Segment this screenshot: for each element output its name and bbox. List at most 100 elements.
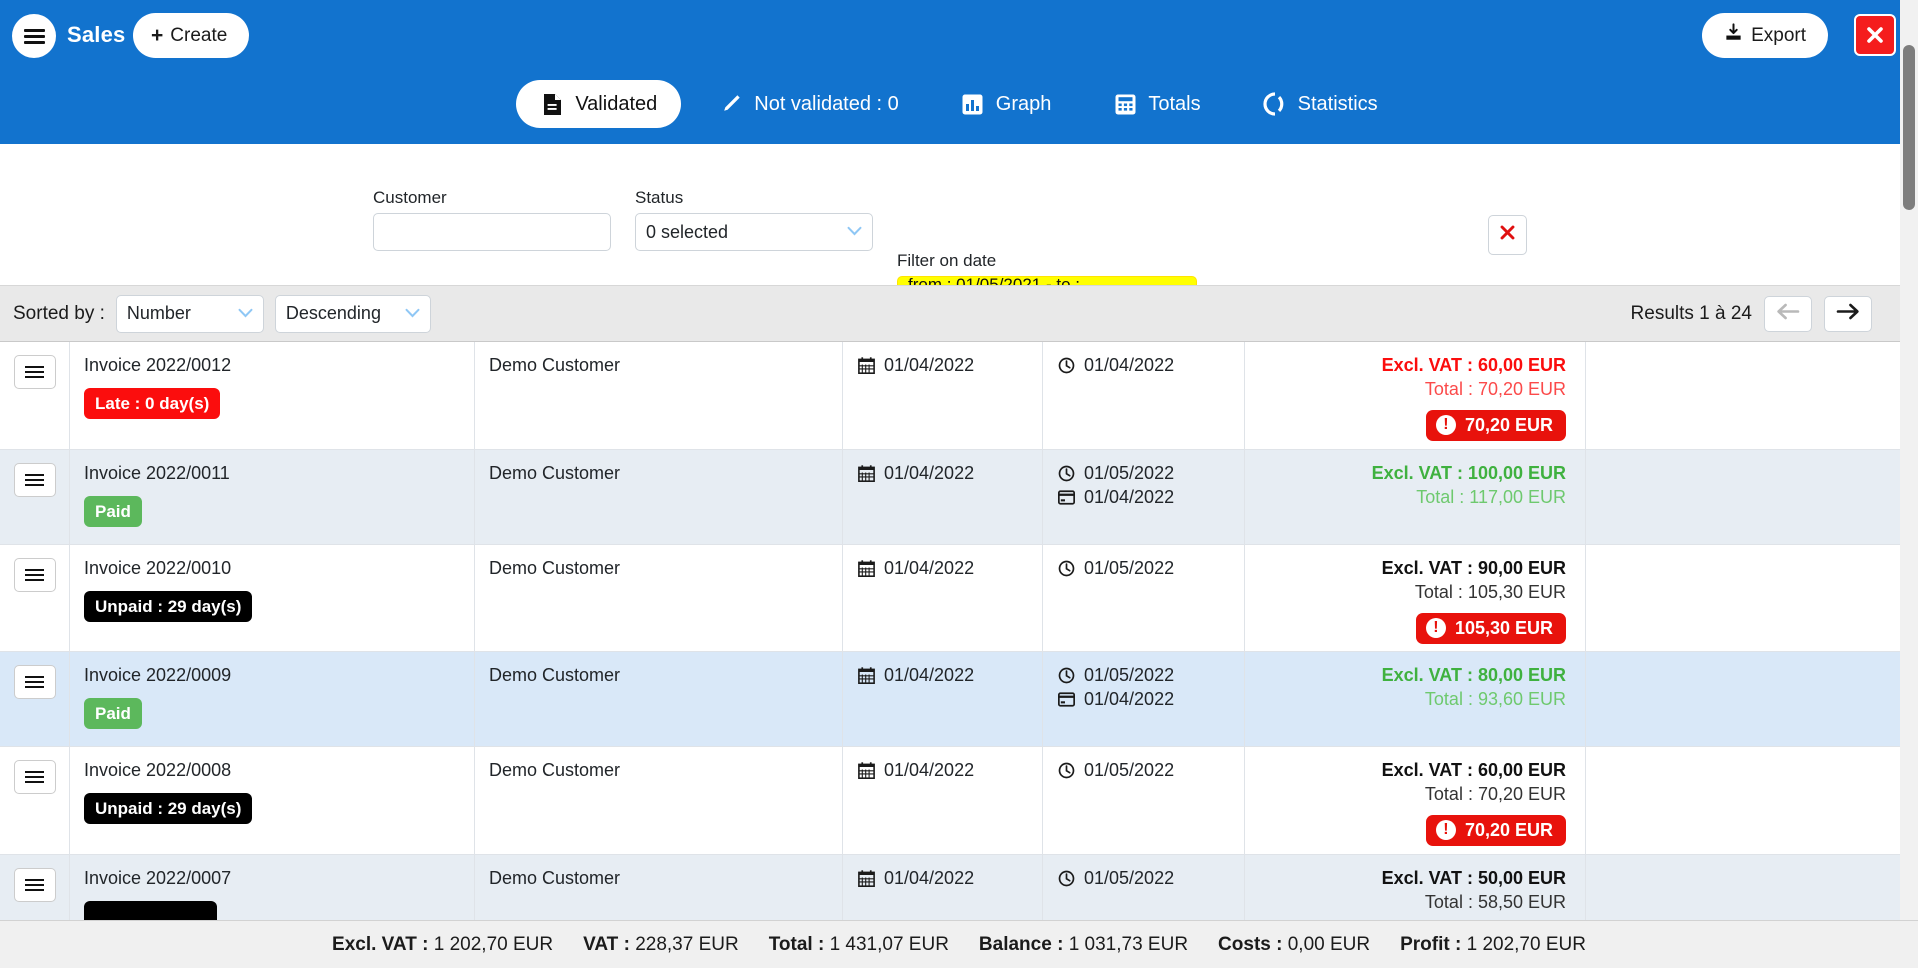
pencil-icon	[719, 92, 743, 116]
clock-icon	[1057, 666, 1076, 685]
tab-not-validated[interactable]: Not validated : 0	[695, 80, 923, 128]
amount-total: Total : 105,30 EUR	[1414, 582, 1566, 603]
row-menu-cell	[0, 652, 70, 746]
footer-label-5: Profit :	[1400, 933, 1467, 955]
invoice-date-text: 01/04/2022	[884, 355, 975, 375]
customer-input[interactable]	[373, 213, 611, 251]
download-icon	[1724, 23, 1743, 48]
invoice-reference-cell: Invoice 2022/0009 Paid	[70, 652, 475, 746]
calendar-icon	[857, 761, 876, 780]
status-select[interactable]: 0 selected	[635, 213, 873, 251]
invoice-reference-cell: Invoice 2022/0012 Late : 0 day(s)	[70, 342, 475, 449]
due-date-line: 01/05/2022	[1057, 665, 1244, 686]
customer-cell: Demo Customer	[475, 855, 843, 920]
clock-icon	[1057, 356, 1076, 375]
invoice-date: 01/04/2022	[857, 665, 1042, 686]
invoice-date-cell: 01/04/2022	[843, 545, 1043, 651]
calendar-icon	[857, 666, 876, 685]
invoice-number: Invoice 2022/0010	[84, 558, 232, 578]
table-row[interactable]: Invoice 2022/0007 Demo Customer 01/04/2022…	[0, 855, 1900, 920]
export-button[interactable]: Export	[1702, 13, 1828, 58]
status-badge: Paid	[84, 496, 142, 528]
pie-chart-icon	[1263, 92, 1287, 116]
invoice-date-cell: 01/04/2022	[843, 747, 1043, 854]
hamburger-menu-icon[interactable]	[12, 14, 56, 58]
tab-totals[interactable]: Totals	[1089, 80, 1224, 128]
vertical-scrollbar-track[interactable]	[1900, 0, 1918, 968]
table-row[interactable]: Invoice 2022/0011 Paid Demo Customer 01/04/…	[0, 450, 1900, 545]
footer-item: VAT : 228,37 EUR	[583, 934, 739, 956]
sort-direction-select[interactable]: Descending	[274, 294, 431, 333]
invoice-reference-cell: Invoice 2022/0011 Paid	[70, 450, 475, 544]
pagination: Results 1 à 24	[1631, 295, 1918, 332]
due-date-line: 01/04/2022	[1057, 355, 1244, 376]
customer-cell: Demo Customer	[475, 342, 843, 449]
amount-cell: Excl. VAT : 60,00 EUR Total : 70,20 EUR! 7…	[1245, 342, 1586, 449]
tab-statistics-label: Statistics	[1297, 92, 1378, 115]
due-date-text: 01/05/2022	[1084, 665, 1175, 685]
due-date-line: 01/05/2022	[1057, 463, 1244, 484]
invoice-number: Invoice 2022/0012	[84, 355, 232, 375]
credit-card-icon	[1057, 488, 1076, 507]
due-date-text: 01/05/2022	[1084, 868, 1175, 888]
tab-totals-label: Totals	[1148, 92, 1201, 115]
calendar-icon	[857, 356, 876, 375]
invoice-date-cell: 01/04/2022	[843, 855, 1043, 920]
tab-graph[interactable]: Graph	[937, 80, 1076, 128]
row-menu-icon[interactable]	[13, 760, 56, 794]
invoice-date-text: 01/04/2022	[884, 760, 975, 780]
invoice-number: Invoice 2022/0008	[84, 760, 232, 780]
customer-cell: Demo Customer	[475, 652, 843, 746]
actions-cell	[1586, 342, 1900, 449]
tab-statistics[interactable]: Statistics	[1239, 80, 1402, 128]
row-menu-icon[interactable]	[13, 665, 56, 699]
tab-bar: Validated Not validated : 0 Graph Totals	[0, 80, 1918, 144]
create-button-label: Create	[170, 24, 228, 46]
status-badge: Late : 0 day(s)	[84, 388, 221, 420]
amount-total: Total : 70,20 EUR	[1424, 379, 1566, 400]
clear-filters-button[interactable]	[1488, 215, 1527, 255]
actions-cell	[1586, 747, 1900, 854]
invoice-date-text: 01/04/2022	[884, 665, 975, 685]
table-row[interactable]: Invoice 2022/0009 Paid Demo Customer 01/04/…	[0, 652, 1900, 747]
table-row[interactable]: Invoice 2022/0012 Late : 0 day(s) Demo Cus…	[0, 342, 1900, 450]
invoice-date-text: 01/04/2022	[884, 558, 975, 578]
vertical-scrollbar-thumb[interactable]	[1903, 45, 1915, 210]
close-x-icon[interactable]	[1854, 14, 1896, 56]
invoice-date-cell: 01/04/2022	[843, 450, 1043, 544]
table-row[interactable]: Invoice 2022/0010 Unpaid : 29 day(s) Demo …	[0, 545, 1900, 652]
due-date-text: 01/04/2022	[1084, 487, 1175, 507]
due-date-text: 01/04/2022	[1084, 355, 1175, 375]
amount-cell: Excl. VAT : 100,00 EUR Total : 117,00 EUR	[1245, 450, 1586, 544]
amount-excl-vat: Excl. VAT : 60,00 EUR	[1381, 760, 1566, 780]
invoice-reference-cell: Invoice 2022/0007	[70, 855, 475, 920]
calendar-icon	[857, 559, 876, 578]
invoice-table[interactable]: Invoice 2022/0012 Late : 0 day(s) Demo Cus…	[0, 342, 1900, 920]
customer-cell: Demo Customer	[475, 545, 843, 651]
invoice-number: Invoice 2022/0007	[84, 868, 232, 888]
next-page-button[interactable]	[1824, 295, 1872, 332]
outstanding-amount-badge: ! 70,20 EUR	[1425, 814, 1566, 846]
table-row[interactable]: Invoice 2022/0008 Unpaid : 29 day(s) Demo …	[0, 747, 1900, 855]
row-menu-icon[interactable]	[13, 355, 56, 389]
clock-icon	[1057, 464, 1076, 483]
tab-validated[interactable]: Validated	[516, 80, 682, 128]
sales-invoice-list-page: Sales + Create Export Validated Not vali…	[0, 0, 1918, 968]
create-button[interactable]: + Create	[133, 13, 250, 58]
tab-graph-label: Graph	[995, 92, 1052, 115]
actions-cell	[1586, 855, 1900, 920]
filter-bar: Customer Status 0 selected Filter on dat…	[0, 144, 1918, 377]
footer-label-3: Balance :	[978, 933, 1069, 955]
amount-total: Total : 70,20 EUR	[1424, 784, 1566, 805]
amount-total: Total : 117,00 EUR	[1416, 487, 1566, 508]
status-badge: Unpaid : 29 day(s)	[84, 793, 253, 825]
prev-page-button[interactable]	[1764, 295, 1812, 332]
row-menu-icon[interactable]	[13, 558, 56, 592]
row-menu-icon[interactable]	[13, 868, 56, 902]
amount-cell: Excl. VAT : 50,00 EUR Total : 58,50 EUR	[1245, 855, 1586, 920]
sort-field-select[interactable]: Number	[115, 294, 264, 333]
due-date-line: 01/04/2022	[1057, 487, 1244, 508]
row-menu-icon[interactable]	[13, 463, 56, 497]
outstanding-amount-text: 70,20 EUR	[1464, 414, 1553, 435]
amount-excl-vat: Excl. VAT : 80,00 EUR	[1381, 665, 1566, 685]
